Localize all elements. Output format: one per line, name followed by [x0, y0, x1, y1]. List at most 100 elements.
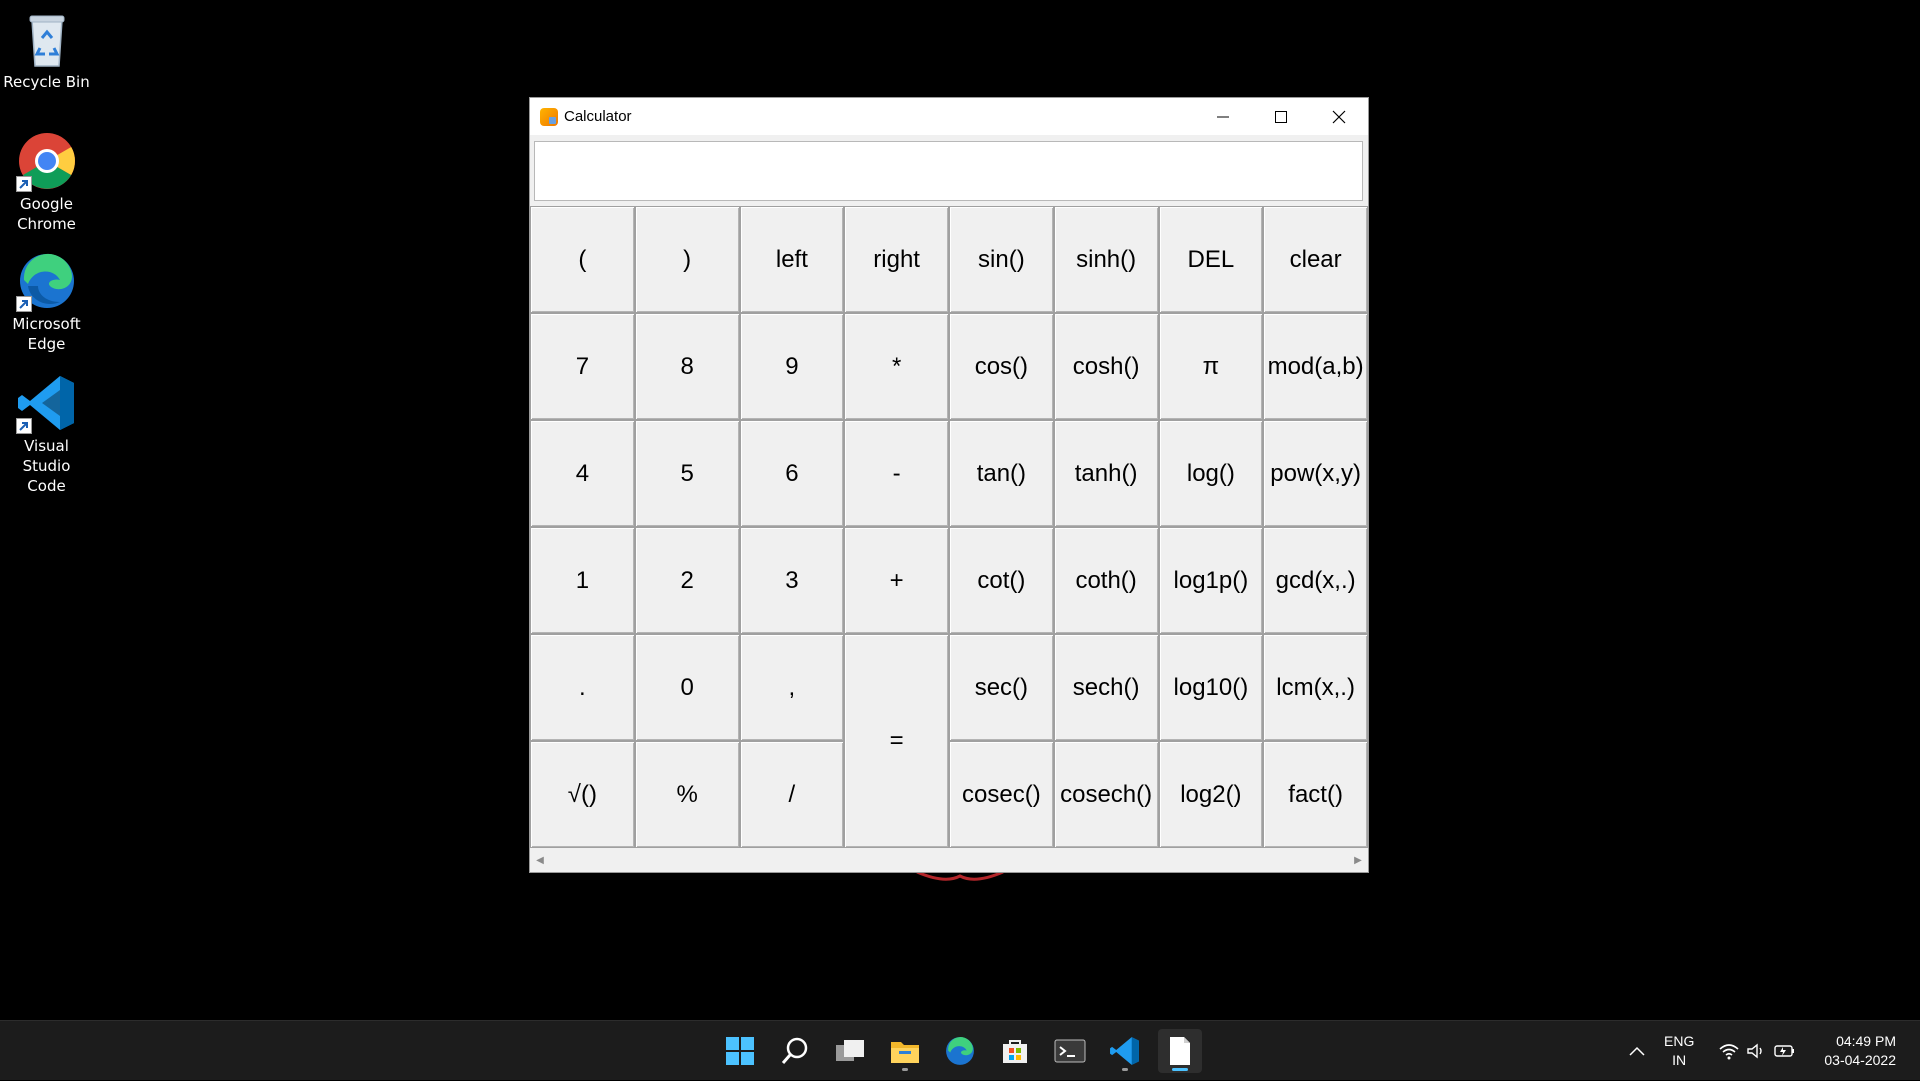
- desktop-icon-recycle-bin[interactable]: Recycle Bin: [0, 8, 93, 92]
- key-minus[interactable]: -: [844, 420, 949, 527]
- quick-settings-button[interactable]: [1718, 1021, 1796, 1081]
- key-log10[interactable]: log10(): [1158, 634, 1264, 741]
- region-code: IN: [1672, 1052, 1687, 1068]
- desktop-icon-edge[interactable]: Microsoft Edge: [0, 250, 93, 354]
- keypad: ( ) left right sin() sinh() DEL clear 7 …: [530, 206, 1368, 848]
- language-indicator[interactable]: ENG IN: [1664, 1021, 1694, 1081]
- key-sec[interactable]: sec(): [949, 634, 1054, 741]
- key-0[interactable]: 0: [634, 634, 740, 741]
- shortcut-arrow-icon: [15, 296, 32, 312]
- key-dot[interactable]: .: [530, 634, 635, 741]
- key-left[interactable]: left: [739, 206, 845, 313]
- key-8[interactable]: 8: [634, 313, 740, 420]
- key-2[interactable]: 2: [634, 527, 740, 634]
- edge-icon: [15, 250, 78, 312]
- key-tan[interactable]: tan(): [949, 420, 1054, 527]
- search-button[interactable]: [773, 1029, 817, 1073]
- horizontal-scrollbar[interactable]: ◀ ▶: [530, 849, 1368, 872]
- show-hidden-icons-button[interactable]: [1628, 1021, 1646, 1081]
- key-log1p[interactable]: log1p(): [1158, 527, 1264, 634]
- desktop-icon-chrome[interactable]: Google Chrome: [0, 130, 93, 234]
- calculator-display[interactable]: [534, 141, 1363, 201]
- key-cosh[interactable]: cosh(): [1053, 313, 1159, 420]
- key-sinh[interactable]: sinh(): [1053, 206, 1159, 313]
- clock-time: 04:49 PM: [1836, 1033, 1896, 1049]
- key-4[interactable]: 4: [530, 420, 635, 527]
- minimize-button[interactable]: [1194, 98, 1252, 135]
- key-sin[interactable]: sin(): [949, 206, 1054, 313]
- clock[interactable]: 04:49 PM 03-04-2022: [1810, 1021, 1896, 1081]
- scroll-left-icon[interactable]: ◀: [530, 851, 550, 871]
- notepad-taskbar-button[interactable]: [1158, 1029, 1202, 1073]
- active-indicator: [1172, 1068, 1188, 1071]
- edge-taskbar-button[interactable]: [938, 1029, 982, 1073]
- key-fact[interactable]: fact(): [1263, 741, 1368, 848]
- vscode-taskbar-button[interactable]: [1103, 1029, 1147, 1073]
- wifi-icon: [1719, 1044, 1739, 1060]
- key-mod[interactable]: mod(a,b): [1263, 313, 1368, 420]
- key-cosech[interactable]: cosech(): [1053, 741, 1159, 848]
- store-button[interactable]: [993, 1029, 1037, 1073]
- key-multiply[interactable]: *: [844, 313, 949, 420]
- key-divide[interactable]: /: [739, 741, 845, 848]
- key-3[interactable]: 3: [739, 527, 845, 634]
- start-icon: [726, 1037, 754, 1065]
- scroll-right-icon[interactable]: ▶: [1348, 851, 1368, 871]
- volume-icon: [1747, 1043, 1762, 1059]
- key-plus[interactable]: +: [844, 527, 949, 634]
- key-tanh[interactable]: tanh(): [1053, 420, 1159, 527]
- key-sqrt[interactable]: √(): [530, 741, 635, 848]
- desktop-icon-label: Google Chrome: [17, 195, 76, 233]
- key-5[interactable]: 5: [634, 420, 740, 527]
- file-explorer-button[interactable]: [883, 1029, 927, 1073]
- language-code: ENG: [1664, 1033, 1695, 1049]
- key-sech[interactable]: sech(): [1053, 634, 1159, 741]
- key-1[interactable]: 1: [530, 527, 635, 634]
- store-icon: [1003, 1040, 1027, 1063]
- key-equals[interactable]: =: [844, 634, 949, 848]
- desktop-icon-label: Microsoft Edge: [12, 315, 81, 353]
- vscode-icon: [15, 372, 78, 434]
- key-6[interactable]: 6: [739, 420, 845, 527]
- minimize-icon: [1217, 116, 1229, 117]
- key-cot[interactable]: cot(): [949, 527, 1054, 634]
- key-comma[interactable]: ,: [739, 634, 845, 741]
- running-indicator: [902, 1068, 908, 1071]
- terminal-button[interactable]: [1048, 1029, 1092, 1073]
- key-pi[interactable]: π: [1158, 313, 1264, 420]
- start-button[interactable]: [718, 1029, 762, 1073]
- terminal-icon: [1054, 1039, 1086, 1063]
- calculator-window: Calculator ( ) left right sin() sinh() D…: [529, 97, 1369, 873]
- key-percent[interactable]: %: [634, 741, 740, 848]
- key-9[interactable]: 9: [739, 313, 845, 420]
- key-pow[interactable]: pow(x,y): [1263, 420, 1368, 527]
- key-clear[interactable]: clear: [1263, 206, 1368, 313]
- key-gcd[interactable]: gcd(x,.): [1263, 527, 1368, 634]
- maximize-icon: [1275, 110, 1287, 123]
- desktop-icon-label: Recycle Bin: [3, 73, 90, 91]
- window-titlebar[interactable]: Calculator: [530, 98, 1368, 135]
- task-view-icon: [836, 1040, 864, 1061]
- key-close-paren[interactable]: ): [634, 206, 740, 313]
- key-lcm[interactable]: lcm(x,.): [1263, 634, 1368, 741]
- key-open-paren[interactable]: (: [530, 206, 635, 313]
- battery-charging-icon: [1774, 1045, 1794, 1057]
- task-view-button[interactable]: [828, 1029, 872, 1073]
- chrome-icon: [15, 130, 78, 192]
- key-log2[interactable]: log2(): [1158, 741, 1264, 848]
- close-button[interactable]: [1310, 98, 1368, 135]
- desktop-icon-vscode[interactable]: Visual Studio Code: [0, 372, 93, 496]
- key-cos[interactable]: cos(): [949, 313, 1054, 420]
- close-icon: [1332, 110, 1346, 123]
- vscode-icon: [1110, 1037, 1139, 1065]
- key-right[interactable]: right: [844, 206, 949, 313]
- key-del[interactable]: DEL: [1158, 206, 1264, 313]
- maximize-button[interactable]: [1252, 98, 1310, 135]
- shortcut-arrow-icon: [15, 176, 32, 192]
- search-icon: [781, 1037, 808, 1064]
- key-coth[interactable]: coth(): [1053, 527, 1159, 634]
- file-explorer-icon: [891, 1042, 919, 1063]
- key-7[interactable]: 7: [530, 313, 635, 420]
- key-cosec[interactable]: cosec(): [949, 741, 1054, 848]
- key-log[interactable]: log(): [1158, 420, 1264, 527]
